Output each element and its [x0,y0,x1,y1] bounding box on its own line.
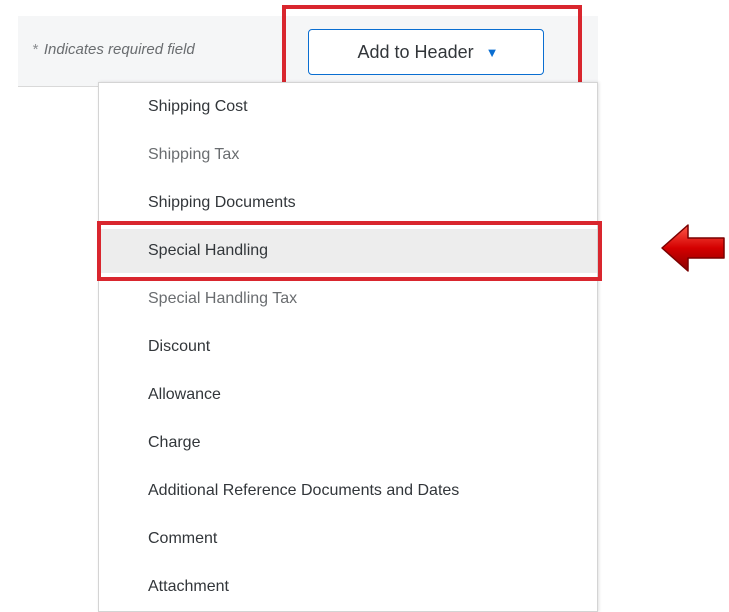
menu-item-charge[interactable]: Charge [99,421,597,465]
menu-item-label: Charge [148,434,201,451]
menu-item-label: Additional Reference Documents and Dates [148,482,460,499]
menu-item-discount[interactable]: Discount [99,325,597,369]
required-field-note: * Indicates required field [32,41,195,58]
menu-item-label: Comment [148,530,218,547]
menu-item-label: Shipping Cost [148,98,248,115]
required-note-text: Indicates required field [43,41,195,58]
menu-item-comment[interactable]: Comment [99,517,597,561]
menu-item-shipping-cost[interactable]: Shipping Cost [99,85,597,129]
add-to-header-label: Add to Header [357,41,474,62]
caret-down-icon: ▼ [485,44,499,60]
menu-item-label: Allowance [148,386,221,403]
menu-item-shipping-documents[interactable]: Shipping Documents [99,181,597,225]
menu-item-special-handling-tax[interactable]: Special Handling Tax [99,277,597,321]
add-to-header-button[interactable]: Add to Header ▼ [308,29,544,75]
required-asterisk: * [32,41,38,58]
menu-item-special-handling[interactable]: Special Handling [99,229,597,273]
menu-item-label: Shipping Documents [148,194,296,211]
menu-item-label: Special Handling Tax [148,290,298,307]
menu-item-label: Discount [148,338,211,355]
menu-item-label: Shipping Tax [148,146,240,163]
menu-item-shipping-tax[interactable]: Shipping Tax [99,133,597,177]
menu-item-attachment[interactable]: Attachment [99,565,597,609]
menu-item-label: Special Handling [148,242,269,259]
menu-item-label: Attachment [148,578,229,595]
menu-item-allowance[interactable]: Allowance [99,373,597,417]
left-arrow-icon [661,224,725,272]
menu-item-additional-reference-documents[interactable]: Additional Reference Documents and Dates [99,469,597,513]
add-to-header-dropdown-menu: Shipping Cost Shipping Tax Shipping Docu… [98,82,598,612]
